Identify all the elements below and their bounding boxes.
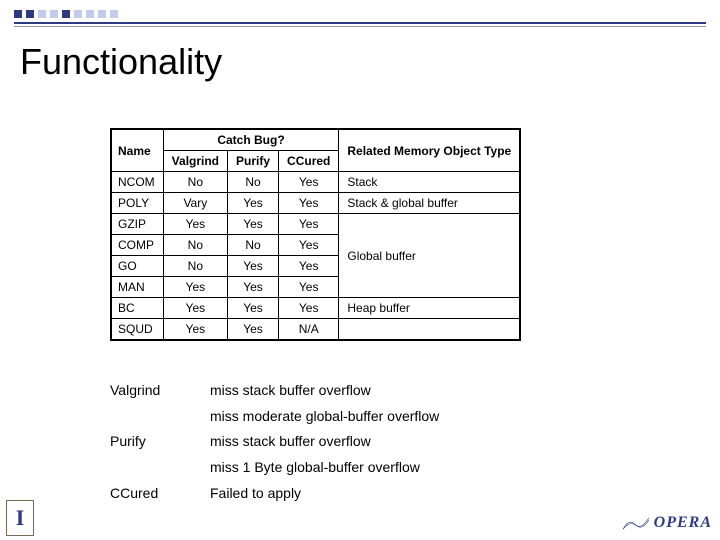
table-row: NCOMNoNoYesStack [111, 172, 520, 193]
note-label: Valgrind [110, 380, 210, 402]
cell-ccured: Yes [279, 235, 339, 256]
cell-valgrind: No [163, 235, 227, 256]
note-label: Purify [110, 431, 210, 453]
subcol-purify: Purify [228, 151, 279, 172]
cell-memory: Stack [339, 172, 520, 193]
opera-logo: OPERA [622, 514, 712, 532]
cell-memory: Stack & global buffer [339, 193, 520, 214]
cell-ccured: Yes [279, 193, 339, 214]
subcol-valgrind: Valgrind [163, 151, 227, 172]
cell-purify: Yes [228, 298, 279, 319]
note-text: miss stack buffer overflow [210, 380, 371, 402]
cell-purify: Yes [228, 256, 279, 277]
col-memory-type: Related Memory Object Type [339, 129, 520, 172]
cell-valgrind: Yes [163, 319, 227, 341]
header-decoration [0, 0, 720, 28]
subcol-ccured: CCured [279, 151, 339, 172]
note-label [110, 457, 210, 479]
table-row: SQUDYesYesN/A [111, 319, 520, 341]
cell-memory: Heap buffer [339, 298, 520, 319]
note-label [110, 406, 210, 428]
note-label: CCured [110, 483, 210, 505]
illinois-logo: I [6, 500, 34, 536]
row-name: COMP [111, 235, 163, 256]
cell-valgrind: No [163, 256, 227, 277]
row-name: GO [111, 256, 163, 277]
cell-ccured: Yes [279, 256, 339, 277]
row-name: POLY [111, 193, 163, 214]
row-name: BC [111, 298, 163, 319]
col-name: Name [111, 129, 163, 172]
cell-valgrind: Vary [163, 193, 227, 214]
cell-ccured: Yes [279, 214, 339, 235]
note-text: miss stack buffer overflow [210, 431, 371, 453]
cell-ccured: Yes [279, 277, 339, 298]
cell-memory [339, 319, 520, 341]
row-name: NCOM [111, 172, 163, 193]
cell-purify: Yes [228, 193, 279, 214]
row-name: MAN [111, 277, 163, 298]
row-name: SQUD [111, 319, 163, 341]
cell-purify: No [228, 172, 279, 193]
table-row: POLYVaryYesYesStack & global buffer [111, 193, 520, 214]
cell-ccured: N/A [279, 319, 339, 341]
cell-ccured: Yes [279, 298, 339, 319]
cell-ccured: Yes [279, 172, 339, 193]
cell-valgrind: Yes [163, 298, 227, 319]
functionality-table: Name Catch Bug? Related Memory Object Ty… [110, 128, 521, 341]
cell-valgrind: Yes [163, 214, 227, 235]
cell-purify: Yes [228, 277, 279, 298]
cell-purify: Yes [228, 214, 279, 235]
table-row: BCYesYesYesHeap buffer [111, 298, 520, 319]
cell-purify: Yes [228, 319, 279, 341]
cell-memory: Global buffer [339, 214, 520, 298]
slide-title: Functionality [20, 44, 222, 80]
cell-valgrind: No [163, 172, 227, 193]
col-catchbug: Catch Bug? [163, 129, 339, 151]
table-row: GZIPYesYesYesGlobal buffer [111, 214, 520, 235]
note-text: Failed to apply [210, 483, 301, 505]
notes-section: Valgrindmiss stack buffer overflowmiss m… [110, 380, 439, 508]
note-text: miss 1 Byte global-buffer overflow [210, 457, 420, 479]
note-text: miss moderate global-buffer overflow [210, 406, 439, 428]
cell-purify: No [228, 235, 279, 256]
row-name: GZIP [111, 214, 163, 235]
cell-valgrind: Yes [163, 277, 227, 298]
